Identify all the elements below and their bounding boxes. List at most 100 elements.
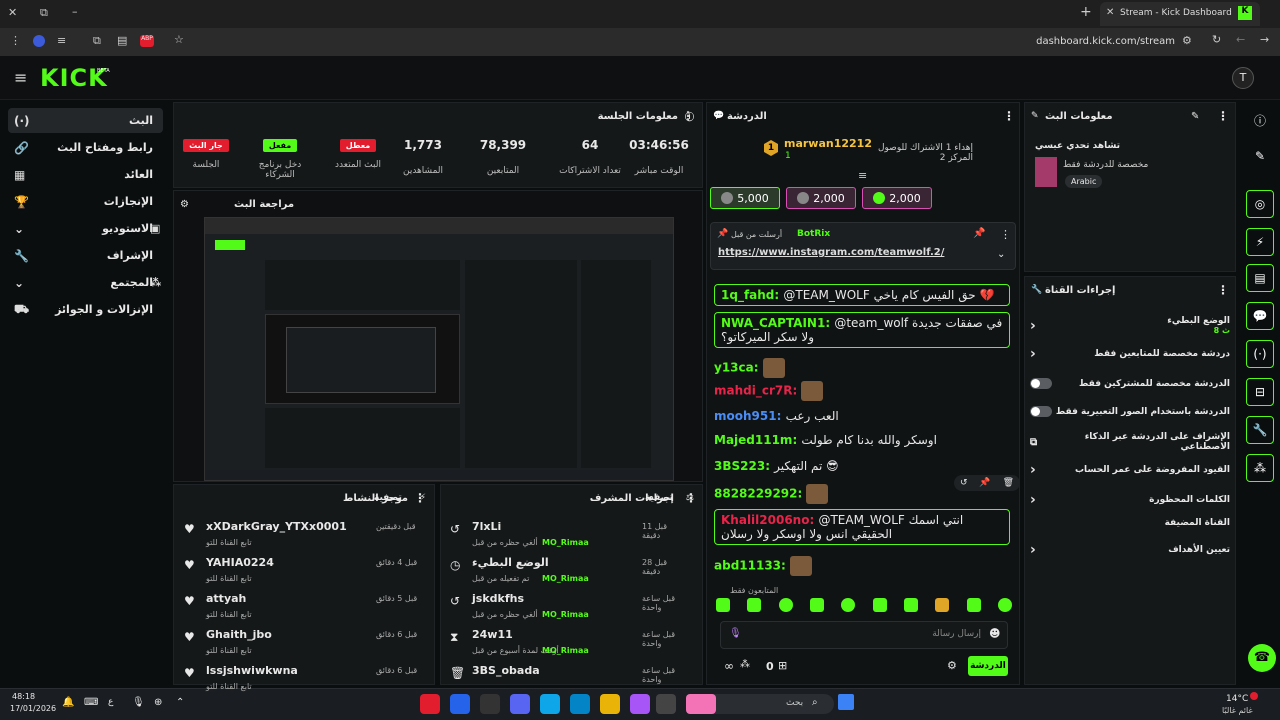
taskbar-app-obs-icon[interactable] — [420, 694, 440, 714]
pinned-author[interactable]: BotRix — [797, 229, 830, 239]
moderator-name[interactable]: MO_Rimaa — [542, 610, 589, 619]
mod-action-row[interactable]: ↺ 7lxLi ألغي حظره من قبل MO_Rimaa قبل 11 دقي… — [446, 518, 686, 554]
emote-icon[interactable] — [841, 598, 856, 612]
network-icon[interactable]: ⊕ — [154, 697, 162, 708]
mod-action-row[interactable]: ⧗ 24w11 أوقف لمدة أسبوع من قبل MO_Rimaa قبل … — [446, 626, 686, 662]
minimize-window-icon[interactable]: – — [72, 5, 78, 18]
stream-video-preview[interactable] — [204, 217, 674, 481]
forward-icon[interactable]: ← — [1236, 33, 1245, 46]
pinned-link[interactable]: https://www.instagram.com/teamwolf.2/ — [718, 247, 944, 258]
category-text[interactable]: مخصصة للدردشة فقط — [1063, 160, 1148, 170]
chat-message[interactable]: mooh951: العب رعب — [714, 409, 1010, 423]
emote-icon[interactable] — [935, 598, 950, 612]
channel-action-row[interactable]: › القيود المفروضة على عمر الحساب — [1030, 462, 1230, 478]
moderator-name[interactable]: MO_Rimaa — [542, 538, 589, 547]
community-rail-icon[interactable]: ⁂ — [1246, 454, 1274, 482]
activity-username[interactable]: lssjshwiwkwna — [206, 664, 298, 677]
emote-icon[interactable] — [778, 598, 793, 612]
chat-username[interactable]: Khalil2006no — [721, 513, 809, 527]
channel-action-row[interactable]: ⧉ الإشراف على الدردشة عبر الذكاء الاصطناع… — [1030, 432, 1230, 452]
pinned-menu-icon[interactable]: ⋮ — [1000, 228, 1011, 241]
apps-icon[interactable]: ▤ — [117, 34, 127, 47]
windows-start-icon[interactable] — [838, 694, 854, 710]
unpin-icon[interactable]: 📌 — [973, 228, 985, 239]
layout-rail-icon[interactable]: ⊟ — [1246, 378, 1274, 406]
chat-username[interactable]: Majed111m — [714, 433, 792, 447]
stream-info-menu-icon[interactable]: ⋮ — [1217, 109, 1229, 123]
nav-item-5[interactable]: 🔧 الإشراف — [8, 243, 163, 268]
nav-item-7[interactable]: ⛟ الإنزالات و الجوائز — [8, 297, 163, 322]
mod-action-row[interactable]: ↺ jskdkfhs ألغي حظره من قبل MO_Rimaa قبل ساع… — [446, 590, 686, 626]
broadcast-rail-icon[interactable]: (·) — [1246, 340, 1274, 368]
user-avatar[interactable]: T — [1232, 67, 1254, 89]
copilot-icon[interactable]: ⌨ — [84, 697, 98, 708]
back-icon[interactable]: → — [1260, 33, 1269, 46]
chat-message[interactable]: Khalil2006no: @TEAM_WOLF انتي اسمك الحقي… — [714, 509, 1010, 545]
chat-message[interactable]: 1q_fahd: @TEAM_WOLF حق الفيس كام ياخي 💔 — [714, 284, 1010, 306]
chat-menu-icon[interactable]: ⋮ — [1003, 109, 1015, 123]
chat-message[interactable]: 3BS223: تم التهكير 😎 — [714, 459, 1010, 473]
chat-username[interactable]: 1q_fahd — [721, 288, 774, 302]
toggle-switch[interactable] — [1030, 378, 1052, 389]
mod-action-target[interactable]: 24w11 — [472, 628, 513, 641]
expand-leaderboard-icon[interactable]: ≡ — [858, 169, 867, 182]
mod-action-row[interactable]: ◷ الوضع البطيء تم تفعيله من قبل MO_Rimaa قبل… — [446, 554, 686, 590]
help-button[interactable]: ☎ — [1248, 644, 1276, 672]
activity-row[interactable]: ♥ Ghaith_jbo تابع القناة للتو قبل 6 دقائق — [180, 626, 420, 662]
adblock-icon[interactable]: ABP — [140, 35, 154, 47]
edit-rail-icon[interactable]: ✎ — [1246, 142, 1274, 170]
hamburger-menu-icon[interactable]: ≡ — [14, 68, 27, 87]
session-menu-icon[interactable]: ⋮ — [682, 109, 694, 123]
mod-action-target[interactable]: 3BS_obada — [472, 664, 540, 677]
reading-list-icon[interactable]: ≡ — [57, 34, 66, 47]
chat-message[interactable]: 8828229292: — [714, 484, 1010, 504]
gift-button-3[interactable]: 2,000 — [862, 187, 932, 209]
emote-icon[interactable] — [903, 598, 918, 612]
taskbar-widget-icon[interactable] — [686, 694, 716, 714]
nav-item-0[interactable]: (·) البث — [8, 108, 163, 133]
target-rail-icon[interactable]: ◎ — [1246, 190, 1274, 218]
chat-message[interactable]: mahdi_cr7R: — [714, 381, 1010, 401]
emoji-picker-icon[interactable]: ☻ — [989, 627, 1000, 640]
info-rail-icon[interactable]: ⓘ — [1246, 106, 1274, 134]
activity-filter-button[interactable]: تصفية — [374, 493, 402, 503]
channel-action-row[interactable]: › دردشة مخصصة للمتابعين فقط — [1030, 346, 1230, 362]
channel-action-row[interactable]: › الوضع البطيء 8 ث — [1030, 316, 1230, 336]
nav-item-6[interactable]: ⌄ المجتمع ⁂ — [8, 270, 163, 295]
notifications-icon[interactable]: 🔔 — [62, 697, 74, 708]
extensions-icon[interactable]: ⧉ — [93, 34, 101, 48]
activity-row[interactable]: ♥ YAHIA0224 تابع القناة للتو قبل 4 دقائق — [180, 554, 420, 590]
activity-row[interactable]: ♥ attyah تابع القناة للتو قبل 5 دقائق — [180, 590, 420, 626]
chat-username[interactable]: 3BS223 — [714, 459, 765, 473]
chat-input[interactable]: 🎙 إرسال رسالة ☻ — [720, 621, 1008, 649]
tab-close-icon[interactable]: ✕ — [1106, 7, 1114, 18]
mod-menu-icon[interactable]: ⋮ — [685, 491, 697, 505]
mod-action-target[interactable]: jskdkfhs — [472, 592, 524, 605]
pinned-expand-icon[interactable]: ⌄ — [997, 249, 1005, 260]
tools-rail-icon[interactable]: 🔧 — [1246, 416, 1274, 444]
chat-username[interactable]: mooh951 — [714, 409, 777, 423]
chat-username[interactable]: y13ca — [714, 361, 754, 375]
activity-username[interactable]: Ghaith_jbo — [206, 628, 272, 641]
microphone-icon[interactable]: 🎙 — [729, 628, 742, 639]
profile-icon[interactable] — [33, 35, 45, 47]
clock-date[interactable]: 17/01/2026 — [10, 704, 56, 713]
bookmark-star-icon[interactable]: ☆ — [174, 33, 184, 46]
url-text[interactable]: dashboard.kick.com/stream — [1000, 36, 1175, 47]
emote-icon[interactable] — [997, 598, 1012, 612]
new-tab-icon[interactable]: + — [1080, 4, 1092, 20]
nav-item-1[interactable]: 🔗 رابط ومفتاح البث — [8, 135, 163, 160]
activity-username[interactable]: xXDarkGray_YTXx0001 — [206, 520, 347, 533]
activity-username[interactable]: YAHIA0224 — [206, 556, 274, 569]
mod-filter-button[interactable]: تصفية — [645, 493, 673, 503]
gift-button-2[interactable]: 2,000 — [786, 187, 856, 209]
edit-stream-icon[interactable]: ✎ — [1191, 111, 1199, 122]
activity-menu-icon[interactable]: ⋮ — [414, 491, 426, 505]
gift-button-1[interactable]: 5,000 — [710, 187, 780, 209]
send-chat-button[interactable]: الدردشة — [968, 656, 1008, 676]
emote-icon[interactable] — [966, 598, 981, 612]
tray-expand-icon[interactable]: ⌃ — [176, 697, 184, 708]
nav-item-2[interactable]: ▦ العائد — [8, 162, 163, 187]
mod-action-target[interactable]: 7lxLi — [472, 520, 501, 533]
chat-rail-icon[interactable]: 💬 — [1246, 302, 1274, 330]
